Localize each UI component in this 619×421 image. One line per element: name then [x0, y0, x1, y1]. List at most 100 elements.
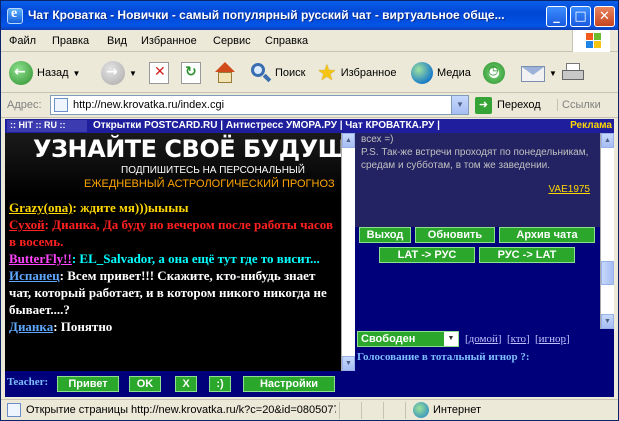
- stop-icon: ✕: [149, 62, 169, 84]
- chevron-down-icon[interactable]: ▼: [549, 69, 557, 78]
- horoscope-banner[interactable]: УЗНАЙТЕ СВОЁ БУДУЩЕЕ ПОДПИШИТЕСЬ НА ПЕРС…: [5, 133, 355, 197]
- lat-rus-button[interactable]: LAT -> РУС: [379, 247, 475, 263]
- chat-scrollbar[interactable]: ▲ ▼: [341, 133, 355, 371]
- favorites-label: Избранное: [340, 67, 397, 79]
- search-icon: [249, 62, 272, 84]
- status-divider: [339, 402, 340, 419]
- rus-lat-button[interactable]: РУС -> LAT: [479, 247, 575, 263]
- settings-button[interactable]: Настройки: [243, 376, 335, 392]
- print-button[interactable]: [561, 57, 585, 89]
- address-label: Адрес:: [7, 99, 42, 111]
- mail-button[interactable]: ▼: [521, 57, 557, 89]
- chat-message: Дианка: Понятно: [9, 318, 339, 335]
- forward-button[interactable]: → ▼: [101, 57, 137, 89]
- hello-button[interactable]: Привет: [57, 376, 119, 392]
- ie-icon: [7, 6, 23, 24]
- status-bar: Открытие страницы http://new.krovatka.ru…: [1, 399, 618, 420]
- mail-icon: [521, 66, 545, 82]
- banner-tagline: ЕЖЕДНЕВНЫЙ АСТРОЛОГИЧЕСКИЙ ПРОГНОЗ: [84, 178, 335, 190]
- media-label: Медиа: [437, 67, 471, 79]
- status-area: Свободен ▼ [домой] [кто] [игнор] Голосов…: [355, 329, 614, 397]
- history-button[interactable]: ◷: [483, 57, 505, 89]
- chat-nick-link[interactable]: Дианка: [9, 319, 53, 334]
- right-scrollbar[interactable]: ▲ ▼: [600, 133, 614, 329]
- partner-links[interactable]: Открытки POSTCARD.RU | Антистресс УМОРА.…: [93, 120, 440, 131]
- browser-window: Чат Кроватка - Новички - самый популярны…: [0, 0, 619, 421]
- info-text-line: всех =): [361, 134, 394, 145]
- favorites-button[interactable]: ★ Избранное: [317, 57, 396, 89]
- address-input[interactable]: http://new.krovatka.ru/index.cgi ▼: [50, 95, 469, 115]
- menu-tools[interactable]: Сервис: [213, 35, 251, 47]
- ok-button[interactable]: OK: [129, 376, 161, 392]
- back-label: Назад: [37, 67, 69, 79]
- forward-arrow-icon: →: [101, 61, 125, 85]
- chevron-down-icon[interactable]: ▼: [73, 69, 81, 78]
- reklama-link[interactable]: Реклама: [570, 120, 612, 131]
- chat-nick-link[interactable]: Испанец: [9, 268, 60, 283]
- star-icon: ★: [317, 60, 337, 86]
- status-divider: [361, 402, 362, 419]
- chat-nick-link[interactable]: ButterFly!!: [9, 251, 72, 266]
- refresh-chat-button[interactable]: Обновить: [415, 227, 495, 243]
- address-url[interactable]: http://new.krovatka.ru/index.cgi: [73, 99, 224, 111]
- stop-button[interactable]: ✕: [149, 57, 169, 89]
- menu-edit[interactable]: Правка: [52, 35, 89, 47]
- scroll-down-icon[interactable]: ▼: [342, 356, 355, 371]
- status-divider: [383, 402, 384, 419]
- scroll-up-icon[interactable]: ▲: [342, 133, 355, 148]
- chat-message: Grazy(ona): ждите мя)))ыыыы: [9, 199, 339, 216]
- refresh-button[interactable]: ↻: [181, 57, 201, 89]
- links-button[interactable]: Ссылки: [557, 99, 601, 111]
- chat-pane: УЗНАЙТЕ СВОЁ БУДУЩЕЕ ПОДПИШИТЕСЬ НА ПЕРС…: [5, 133, 355, 371]
- menu-file[interactable]: Файл: [9, 35, 36, 47]
- media-button[interactable]: Медиа: [411, 57, 471, 89]
- exit-button[interactable]: Выход: [359, 227, 411, 243]
- chevron-down-icon[interactable]: ▼: [129, 69, 137, 78]
- zone-label: Интернет: [433, 404, 481, 416]
- signature-link[interactable]: VAE1975: [548, 183, 590, 196]
- title-bar[interactable]: Чат Кроватка - Новички - самый популярны…: [1, 1, 618, 30]
- smiley-button[interactable]: :): [209, 376, 231, 392]
- home-button[interactable]: [213, 57, 237, 89]
- chat-message-text: : EL_Salvador, а она ещё тут где то виси…: [71, 251, 320, 266]
- close-button[interactable]: ✕: [594, 6, 615, 27]
- status-select[interactable]: Свободен ▼: [357, 331, 459, 347]
- media-icon: [411, 62, 433, 84]
- window-title: Чат Кроватка - Новички - самый популярны…: [28, 8, 505, 22]
- info-panel: всех =) P.S. Так-же встречи проходят по …: [355, 133, 600, 227]
- right-pane: всех =) P.S. Так-же встречи проходят по …: [355, 133, 614, 397]
- ignore-link[interactable]: [игнор]: [535, 333, 570, 345]
- home-icon: [213, 61, 237, 85]
- home-link[interactable]: [домой]: [465, 333, 502, 345]
- scroll-up-icon[interactable]: ▲: [601, 133, 614, 148]
- scroll-thumb[interactable]: [601, 261, 614, 285]
- archive-button[interactable]: Архив чата: [499, 227, 595, 243]
- top-links-strip: :: HIT :: RU :: Открытки POSTCARD.RU | А…: [5, 119, 614, 133]
- maximize-button[interactable]: □: [570, 6, 591, 27]
- chat-message-text: : Понятно: [53, 319, 113, 334]
- go-arrow-icon[interactable]: ➜: [475, 97, 492, 114]
- search-button[interactable]: Поиск: [249, 57, 305, 89]
- clear-button[interactable]: X: [175, 376, 197, 392]
- chat-nick-link[interactable]: Сухой: [9, 217, 45, 232]
- scroll-down-icon[interactable]: ▼: [601, 314, 614, 329]
- back-button[interactable]: ← Назад ▼: [9, 57, 80, 89]
- chat-message: Испанец: Всем привет!!! Скажите, кто-ниб…: [9, 267, 339, 318]
- who-link[interactable]: [кто]: [507, 333, 530, 345]
- menu-favorites[interactable]: Избранное: [141, 35, 197, 47]
- ignore-vote-label[interactable]: Голосование в тотальный игнор ?:: [357, 351, 530, 363]
- minimize-button[interactable]: _: [546, 6, 567, 27]
- chat-nick-link[interactable]: Grazy(ona): [9, 200, 73, 215]
- hit-counter[interactable]: :: HIT :: RU ::: [7, 120, 87, 132]
- go-button[interactable]: Переход: [497, 99, 541, 111]
- menu-view[interactable]: Вид: [107, 35, 127, 47]
- windows-logo-icon: [572, 30, 610, 52]
- history-icon: ◷: [483, 62, 505, 84]
- menu-help[interactable]: Справка: [265, 35, 308, 47]
- page-icon: [7, 403, 21, 417]
- chat-message-text: : Дианка, Да буду но вечером после работ…: [9, 217, 334, 249]
- status-text: Открытие страницы http://new.krovatka.ru…: [26, 404, 336, 416]
- teacher-label: Teacher:: [7, 376, 49, 388]
- chevron-down-icon[interactable]: ▼: [451, 96, 468, 114]
- chevron-down-icon[interactable]: ▼: [444, 332, 458, 346]
